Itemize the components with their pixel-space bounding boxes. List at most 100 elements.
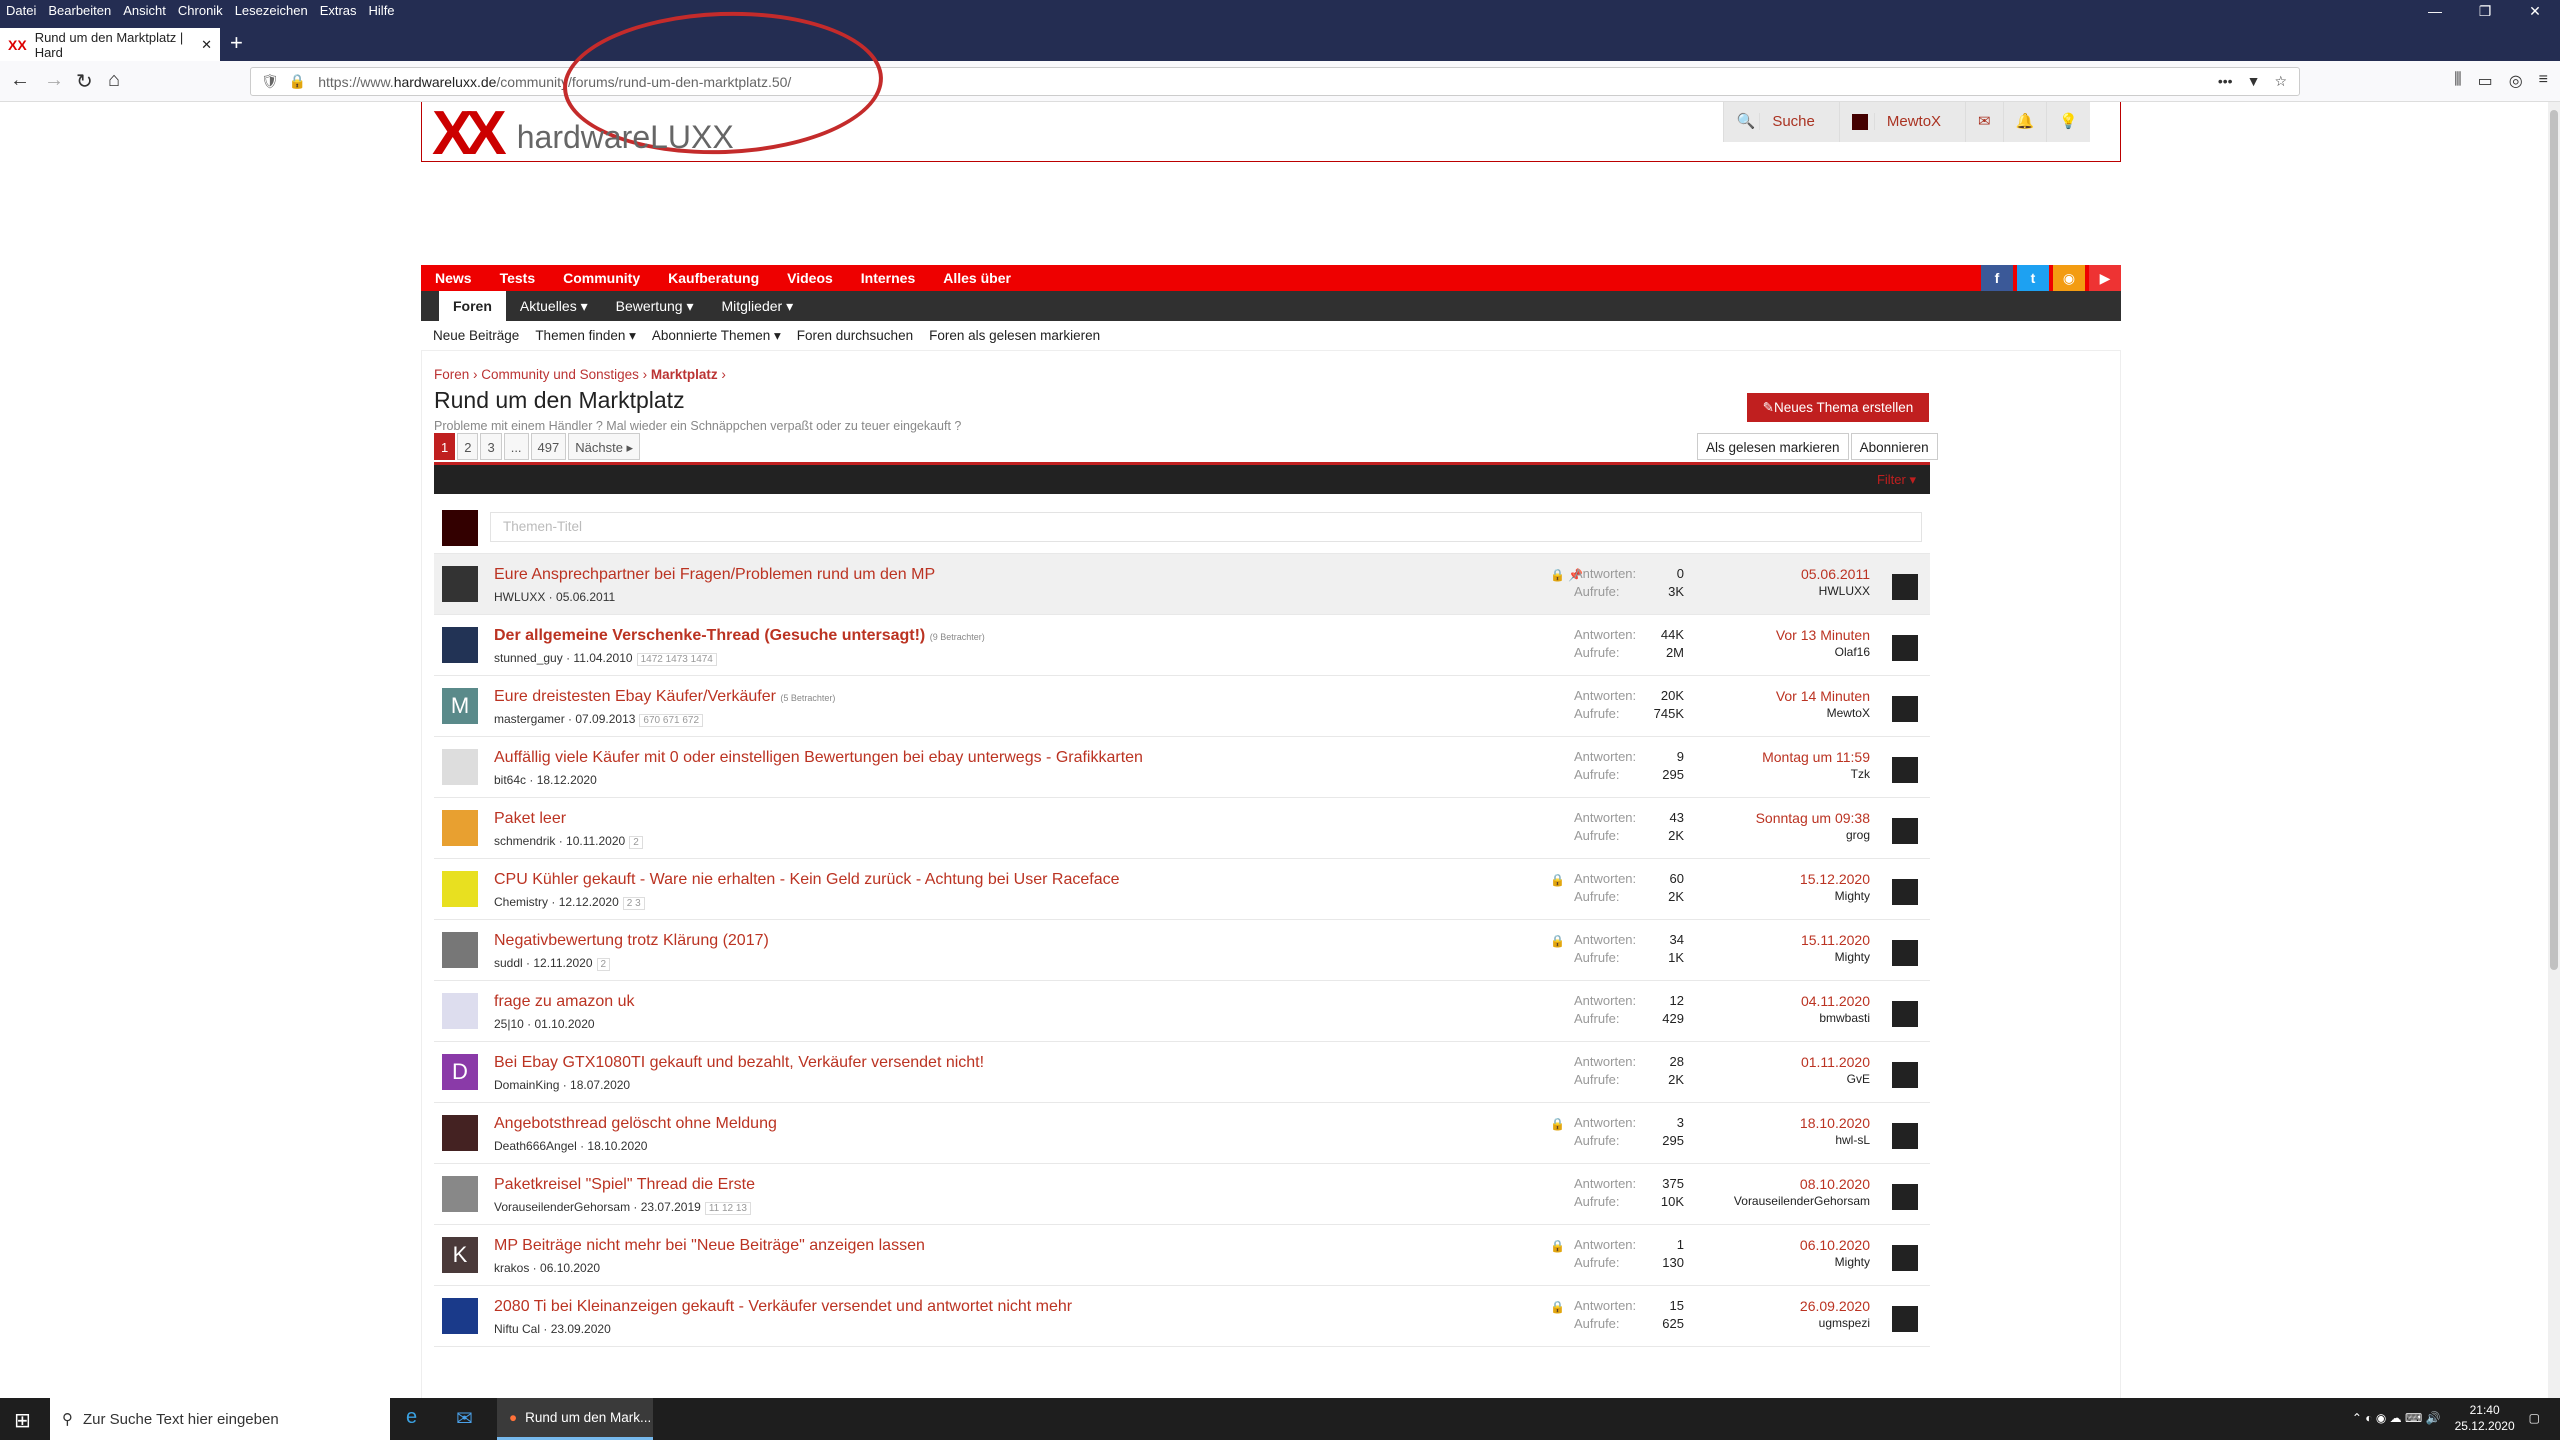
last-post-date[interactable]: 01.11.2020 xyxy=(1801,1054,1870,1070)
menu-item-3[interactable]: Chronik xyxy=(178,3,223,18)
avatar[interactable] xyxy=(442,1176,478,1212)
avatar[interactable] xyxy=(442,1298,478,1334)
forum-action-4[interactable]: Foren als gelesen markieren xyxy=(929,328,1100,343)
last-post-date[interactable]: 18.10.2020 xyxy=(1800,1115,1870,1131)
thread-pages[interactable]: 670 671 672 xyxy=(639,714,704,727)
page-link-1[interactable]: 2 xyxy=(457,433,479,460)
avatar[interactable] xyxy=(442,566,478,602)
last-post-user[interactable]: Mighty xyxy=(1800,889,1870,903)
filter-button[interactable]: Filter ▾ xyxy=(1877,472,1916,487)
last-post-date[interactable]: 04.11.2020 xyxy=(1801,993,1870,1009)
avatar[interactable] xyxy=(1892,1306,1918,1332)
avatar[interactable] xyxy=(1892,696,1918,722)
tray-icons[interactable]: ⌃ ◐ ◉ ☁ ⌨ 🔊 xyxy=(2352,1411,2441,1425)
page-link-3[interactable]: ... xyxy=(503,433,529,460)
last-post-user[interactable]: Tzk xyxy=(1762,767,1870,781)
avatar[interactable] xyxy=(1892,757,1918,783)
thread-title-text[interactable]: Eure dreistesten Ebay Käufer/Verkäufer xyxy=(494,688,776,705)
thread-author[interactable]: krakos xyxy=(494,1261,529,1275)
thread-title[interactable]: Der allgemeine Verschenke-Thread (Gesuch… xyxy=(494,627,985,645)
sub-nav-item-3[interactable]: Mitglieder ▾ xyxy=(707,291,807,321)
last-post-date[interactable]: Vor 13 Minuten xyxy=(1776,627,1870,643)
last-post-user[interactable]: grog xyxy=(1756,828,1870,842)
avatar[interactable] xyxy=(1892,1001,1918,1027)
avatar[interactable]: K xyxy=(442,1237,478,1273)
avatar[interactable]: M xyxy=(442,688,478,724)
last-post-user[interactable]: Mighty xyxy=(1800,1255,1870,1269)
edge-icon[interactable]: e xyxy=(406,1406,417,1429)
last-post-user[interactable]: ugmspezi xyxy=(1800,1316,1870,1330)
forum-action-0[interactable]: Neue Beiträge xyxy=(433,328,519,343)
breadcrumb-foren[interactable]: Foren xyxy=(434,367,469,382)
sub-nav-item-0[interactable]: Foren xyxy=(439,291,506,321)
thread-author[interactable]: Niftu Cal xyxy=(494,1322,540,1336)
thread-title[interactable]: Negativbewertung trotz Klärung (2017) xyxy=(494,932,769,950)
more-icon[interactable]: ••• xyxy=(2218,73,2233,90)
pocket-icon[interactable]: ▼ xyxy=(2247,73,2261,90)
search-button[interactable]: 🔍 Suche xyxy=(1723,102,1838,142)
sub-nav-item-2[interactable]: Bewertung ▾ xyxy=(602,291,708,321)
mail-icon[interactable]: ✉ xyxy=(1965,102,2003,142)
thread-title-text[interactable]: frage zu amazon uk xyxy=(494,993,635,1010)
last-post-date[interactable]: 05.06.2011 xyxy=(1801,566,1870,582)
thread-pages[interactable]: 2 3 xyxy=(622,897,645,910)
breadcrumb-marktplatz[interactable]: Marktplatz xyxy=(651,367,718,382)
thread-title[interactable]: Eure dreistesten Ebay Käufer/Verkäufer (… xyxy=(494,688,835,706)
reload-icon[interactable]: ↻ xyxy=(76,69,93,94)
thread-title-text[interactable]: Negativbewertung trotz Klärung (2017) xyxy=(494,932,769,949)
scrollbar-thumb[interactable] xyxy=(2550,110,2558,970)
page-link-4[interactable]: 497 xyxy=(530,433,567,460)
thread-title-text[interactable]: Eure Ansprechpartner bei Fragen/Probleme… xyxy=(494,566,935,583)
main-nav-item-1[interactable]: Tests xyxy=(486,270,550,286)
taskbar-firefox[interactable]: ● Rund um den Mark... xyxy=(497,1398,653,1440)
hamburger-menu-icon[interactable]: ≡ xyxy=(2539,71,2548,91)
thread-title[interactable]: 2080 Ti bei Kleinanzeigen gekauft - Verk… xyxy=(494,1298,1072,1316)
main-nav-item-3[interactable]: Kaufberatung xyxy=(654,270,773,286)
thread-pages[interactable]: 2 xyxy=(629,836,643,849)
last-post-user[interactable]: VorauseilenderGehorsam xyxy=(1734,1194,1870,1208)
forum-action-3[interactable]: Foren durchsuchen xyxy=(797,328,913,343)
lightbulb-icon[interactable]: 💡 xyxy=(2046,102,2090,142)
avatar[interactable] xyxy=(442,871,478,907)
rss-icon[interactable]: ◉ xyxy=(2053,265,2085,291)
avatar[interactable]: D xyxy=(442,1054,478,1090)
bookmark-star-icon[interactable]: ☆ xyxy=(2274,73,2287,90)
sidebar-icon[interactable]: ▭ xyxy=(2478,71,2493,91)
avatar[interactable] xyxy=(1892,1062,1918,1088)
thread-author[interactable]: HWLUXX xyxy=(494,590,545,604)
main-nav-item-6[interactable]: Alles über xyxy=(929,270,1025,286)
thread-pages[interactable]: 1472 1473 1474 xyxy=(636,653,717,666)
thread-title[interactable]: MP Beiträge nicht mehr bei "Neue Beiträg… xyxy=(494,1237,925,1255)
home-icon[interactable]: ⌂ xyxy=(108,69,120,92)
thread-title[interactable]: frage zu amazon uk xyxy=(494,993,635,1011)
last-post-date[interactable]: 08.10.2020 xyxy=(1734,1176,1870,1192)
thread-author[interactable]: mastergamer xyxy=(494,712,565,726)
windows-start-icon[interactable]: ⊞ xyxy=(14,1408,31,1433)
avatar[interactable] xyxy=(1892,1245,1918,1271)
thread-author[interactable]: DomainKing xyxy=(494,1078,559,1092)
main-nav-item-4[interactable]: Videos xyxy=(773,270,847,286)
thread-title[interactable]: Paketkreisel "Spiel" Thread die Erste xyxy=(494,1176,755,1194)
bell-icon[interactable]: 🔔 xyxy=(2002,102,2047,142)
last-post-date[interactable]: 15.12.2020 xyxy=(1800,871,1870,887)
forward-icon[interactable]: → xyxy=(44,69,64,92)
forum-action-2[interactable]: Abonnierte Themen ▾ xyxy=(652,328,781,344)
twitter-icon[interactable]: t xyxy=(2017,265,2049,291)
thread-title-text[interactable]: Bei Ebay GTX1080TI gekauft und bezahlt, … xyxy=(494,1054,984,1071)
last-post-user[interactable]: GvE xyxy=(1801,1072,1870,1086)
site-logo[interactable]: XX hardwareLUXX xyxy=(432,103,734,165)
clock[interactable]: 21:40 25.12.2020 xyxy=(2455,1402,2515,1434)
last-post-user[interactable]: bmwbasti xyxy=(1801,1011,1870,1025)
sub-nav-item-1[interactable]: Aktuelles ▾ xyxy=(506,291,602,321)
youtube-icon[interactable]: ▶ xyxy=(2089,265,2121,291)
thread-title-text[interactable]: Paket leer xyxy=(494,810,566,827)
menu-item-1[interactable]: Bearbeiten xyxy=(48,3,111,18)
last-post-user[interactable]: HWLUXX xyxy=(1801,584,1870,598)
last-post-user[interactable]: MewtoX xyxy=(1776,706,1870,720)
restore-icon[interactable]: ❐ xyxy=(2460,0,2510,22)
account-icon[interactable]: ◎ xyxy=(2509,71,2523,91)
last-post-date[interactable]: Sonntag um 09:38 xyxy=(1756,810,1870,826)
facebook-icon[interactable]: f xyxy=(1981,265,2013,291)
thread-title[interactable]: Auffällig viele Käufer mit 0 oder einste… xyxy=(494,749,1143,767)
back-icon[interactable]: ← xyxy=(10,69,30,92)
